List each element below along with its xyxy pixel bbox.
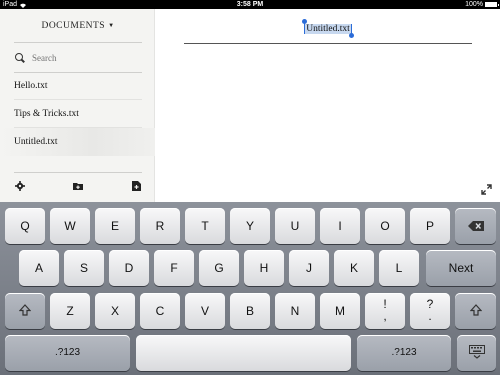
- battery-percent: 100%: [465, 1, 483, 8]
- documents-menu-button[interactable]: DOCUMENTS ▼: [14, 21, 142, 31]
- file-name: Hello.txt: [14, 81, 48, 91]
- title-underline: [184, 43, 472, 44]
- key-d[interactable]: D: [109, 250, 149, 286]
- backspace-key[interactable]: [455, 208, 496, 244]
- onscreen-keyboard: Q W E R T Y U I O P A S D F G H J K L Ne…: [0, 202, 500, 375]
- file-name: Tips & Tricks.txt: [14, 109, 79, 119]
- document-title-field[interactable]: Untitled.txt: [156, 19, 500, 38]
- key-t[interactable]: T: [185, 208, 225, 244]
- app-window: DOCUMENTS▼ Hello.txt Tips & Tricks.txt U…: [0, 9, 500, 202]
- hide-keyboard-key[interactable]: [457, 335, 496, 371]
- key-l[interactable]: L: [379, 250, 419, 286]
- key-i[interactable]: I: [320, 208, 360, 244]
- key-e[interactable]: E: [95, 208, 135, 244]
- key-bottom-char: .: [428, 309, 432, 323]
- status-bar: iPad 3:58 PM 100%: [0, 0, 500, 9]
- key-z[interactable]: Z: [50, 293, 90, 329]
- file-list: Hello.txt Tips & Tricks.txt Untitled.txt: [0, 72, 155, 156]
- key-y[interactable]: Y: [230, 208, 270, 244]
- hide-keyboard-icon: [468, 345, 485, 359]
- new-document-icon[interactable]: [132, 181, 141, 194]
- key-m[interactable]: M: [320, 293, 360, 329]
- key-q[interactable]: Q: [5, 208, 45, 244]
- file-item-tips-tricks[interactable]: Tips & Tricks.txt: [0, 100, 155, 128]
- key-f[interactable]: F: [154, 250, 194, 286]
- numbers-key-right[interactable]: .?123: [357, 335, 451, 371]
- file-item-hello[interactable]: Hello.txt: [0, 72, 155, 100]
- battery-icon: [485, 2, 499, 7]
- file-item-untitled[interactable]: Untitled.txt: [0, 128, 155, 156]
- new-folder-icon[interactable]: [73, 181, 83, 194]
- chevron-down-icon: ▼: [108, 23, 115, 29]
- documents-sidebar: DOCUMENTS▼ Hello.txt Tips & Tricks.txt U…: [0, 9, 155, 202]
- sidebar-toolbar: [14, 172, 142, 198]
- space-bar[interactable]: [136, 335, 351, 371]
- search-input[interactable]: [32, 53, 132, 63]
- expand-icon[interactable]: [481, 184, 492, 195]
- sidebar-title: DOCUMENTS: [41, 21, 106, 31]
- right-shift-key[interactable]: [455, 293, 496, 329]
- file-name: Untitled.txt: [14, 137, 58, 147]
- document-title: Untitled.txt: [306, 24, 350, 34]
- key-question-period[interactable]: ? .: [410, 293, 450, 329]
- key-b[interactable]: B: [230, 293, 270, 329]
- divider: [14, 42, 142, 43]
- key-bottom-char: ,: [383, 309, 387, 323]
- key-s[interactable]: S: [64, 250, 104, 286]
- key-g[interactable]: G: [199, 250, 239, 286]
- key-o[interactable]: O: [365, 208, 405, 244]
- shift-icon: [469, 304, 482, 316]
- search-icon: [14, 52, 26, 64]
- selection-start-line: [304, 23, 306, 34]
- clock: 3:58 PM: [236, 1, 264, 8]
- numbers-key-left[interactable]: .?123: [5, 335, 130, 371]
- shift-icon: [18, 304, 32, 316]
- key-k[interactable]: K: [334, 250, 374, 286]
- key-v[interactable]: V: [185, 293, 225, 329]
- search-bar[interactable]: [14, 50, 142, 66]
- key-c[interactable]: C: [140, 293, 180, 329]
- key-u[interactable]: U: [275, 208, 315, 244]
- key-w[interactable]: W: [50, 208, 90, 244]
- key-h[interactable]: H: [244, 250, 284, 286]
- gear-icon[interactable]: [15, 181, 25, 194]
- key-exclamation-comma[interactable]: ! ,: [365, 293, 405, 329]
- selected-title-text[interactable]: Untitled.txt: [302, 19, 354, 38]
- key-j[interactable]: J: [289, 250, 329, 286]
- key-x[interactable]: X: [95, 293, 135, 329]
- key-p[interactable]: P: [410, 208, 450, 244]
- key-r[interactable]: R: [140, 208, 180, 244]
- editor-pane[interactable]: Untitled.txt: [156, 9, 500, 202]
- backspace-icon: [467, 221, 484, 231]
- next-key[interactable]: Next: [426, 250, 496, 286]
- key-a[interactable]: A: [19, 250, 59, 286]
- selection-end-handle[interactable]: [348, 33, 354, 38]
- left-shift-key[interactable]: [5, 293, 45, 329]
- key-top-char: ?: [426, 297, 434, 311]
- key-top-char: !: [383, 297, 387, 311]
- key-n[interactable]: N: [275, 293, 315, 329]
